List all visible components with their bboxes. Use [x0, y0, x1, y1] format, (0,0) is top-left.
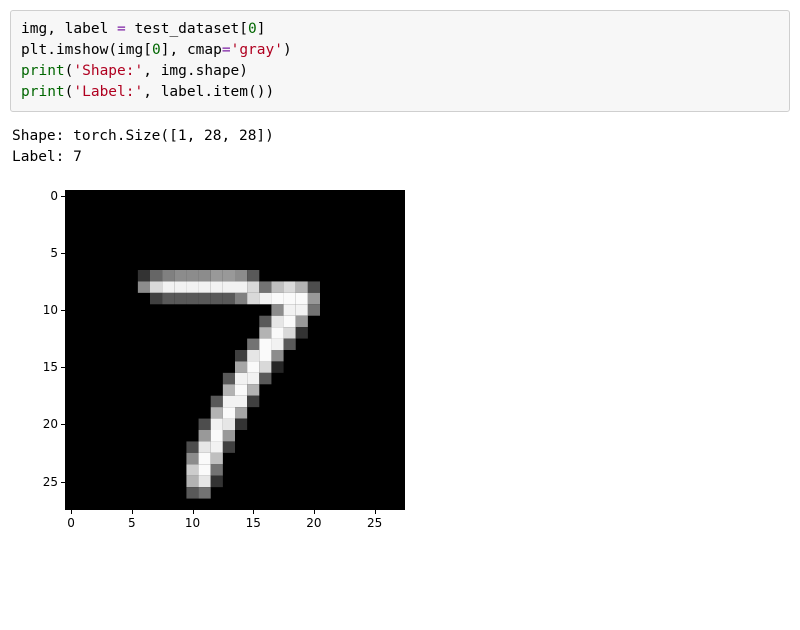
- heatmap-svg: [65, 190, 405, 510]
- ytick-label: 5: [10, 246, 58, 260]
- output-line-label: Label: 7: [12, 149, 82, 165]
- ytick-label: 0: [10, 189, 58, 203]
- mnist-figure: 0 5 10 15 20 25 0 5 10 15 20 25: [10, 180, 450, 550]
- stdout-output: Shape: torch.Size([1, 28, 28]) Label: 7: [10, 126, 790, 168]
- ytick-label: 20: [10, 417, 58, 431]
- heatmap-area: [65, 190, 405, 510]
- tok-print: print: [21, 63, 65, 79]
- code-line-4: print('Label:', label.item()): [21, 84, 274, 100]
- code-line-3: print('Shape:', img.shape): [21, 63, 248, 79]
- xtick-label: 15: [246, 516, 261, 530]
- tok-test-dataset: test_dataset: [135, 21, 240, 37]
- ytick-label: 15: [10, 360, 58, 374]
- output-line-shape: Shape: torch.Size([1, 28, 28]): [12, 128, 274, 144]
- code-cell: img, label = test_dataset[0] plt.imshow(…: [10, 10, 790, 112]
- xtick-label: 25: [367, 516, 382, 530]
- ytick-label: 25: [10, 475, 58, 489]
- ytick-label: 10: [10, 303, 58, 317]
- code-line-1: img, label = test_dataset[0]: [21, 21, 266, 37]
- code-line-2: plt.imshow(img[0], cmap='gray'): [21, 42, 292, 58]
- xtick-label: 0: [67, 516, 75, 530]
- tok-imshow: imshow: [56, 42, 108, 58]
- tok-label: label: [65, 21, 109, 37]
- tok-print: print: [21, 84, 65, 100]
- tok-img: img: [21, 21, 47, 37]
- xtick-label: 10: [185, 516, 200, 530]
- xtick-label: 5: [128, 516, 136, 530]
- xtick-label: 20: [306, 516, 321, 530]
